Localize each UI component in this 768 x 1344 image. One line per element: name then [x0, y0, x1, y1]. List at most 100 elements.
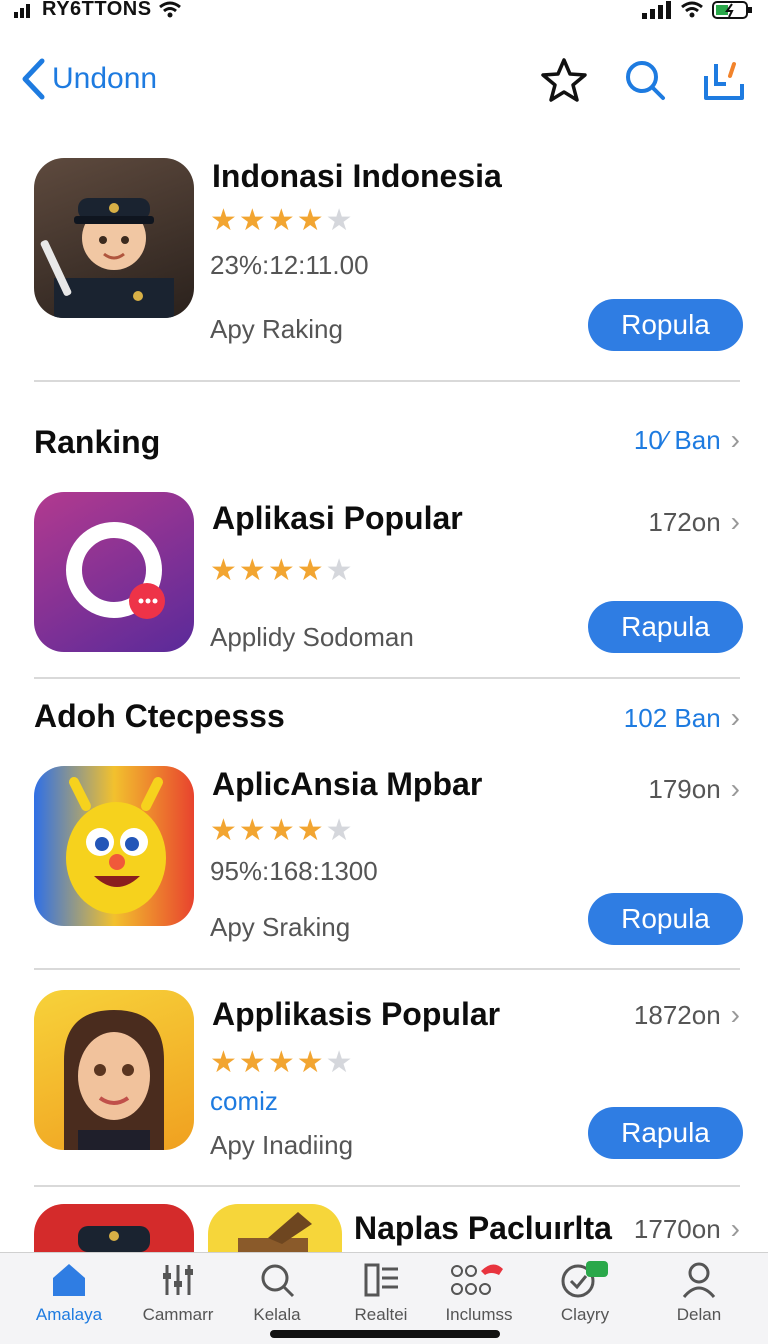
tab-inclumss[interactable]: Inclumss [424, 1261, 534, 1325]
divider [34, 968, 740, 970]
star-icon: ★ [238, 814, 266, 847]
tools-icon [163, 1265, 193, 1295]
cellular-icon [642, 1, 671, 19]
tab-delan[interactable]: Delan [644, 1261, 754, 1325]
star-icon: ★ [325, 1046, 353, 1079]
star-icon: ★ [210, 1046, 237, 1079]
status-left: RY6TTONS [14, 0, 182, 21]
app-count[interactable]: 1770on › [634, 1213, 740, 1245]
star-icon: ★ [325, 554, 353, 587]
star-icon: ★ [267, 554, 295, 587]
section-title-adoh: Adoh Ctecpesss [34, 698, 285, 734]
see-all-adoh[interactable]: 102 Ban › [624, 702, 740, 734]
featured-rating: ★ ★ ★ ★ ★ [210, 206, 353, 236]
download-icon[interactable] [702, 58, 746, 102]
list-icon [364, 1263, 398, 1297]
search-icon[interactable] [624, 59, 666, 101]
chevron-right-icon: › [730, 1213, 740, 1244]
person-icon [682, 1262, 716, 1298]
status-bar: RY6TTONS [0, 0, 768, 28]
app-meta[interactable]: comiz [210, 1086, 278, 1117]
tab-kelala[interactable]: Kelala [222, 1261, 332, 1325]
star-icon: ★ [267, 204, 295, 237]
app-icon-featured[interactable] [34, 158, 194, 318]
cartoon-mascot-icon [66, 777, 166, 914]
nav-actions [540, 56, 746, 104]
star-icon: ★ [296, 814, 324, 847]
featured-get-button[interactable]: Ropula [588, 299, 743, 351]
tab-label: Kelala [253, 1305, 301, 1324]
star-icon: ★ [267, 1046, 295, 1079]
tab-label: Clayry [560, 1305, 610, 1324]
app-subtitle: Apy Inadiing [210, 1130, 354, 1160]
get-button[interactable]: Rapula [588, 1107, 743, 1159]
star-icon: ★ [325, 204, 353, 237]
app-meta: 95%:168:1300 [210, 856, 378, 886]
app-count-label: 1872on [633, 999, 721, 1030]
see-all-ranking[interactable]: 10⁄ Ban › [634, 424, 740, 456]
carrier-label: RY6TTONS [42, 0, 152, 20]
star-icon: ★ [210, 204, 237, 237]
tab-label: Inclumss [445, 1305, 513, 1324]
app-subtitle: Apy Sraking [210, 912, 351, 942]
app-count[interactable]: 172on › [648, 506, 740, 538]
tab-cammarr[interactable]: Cammarr [123, 1261, 233, 1325]
app-rating: ★ ★ ★ ★ ★ [210, 556, 353, 586]
app-rating: ★ ★ ★ ★ ★ [210, 1048, 353, 1078]
back-button[interactable]: Undonn [20, 58, 157, 100]
home-indicator [270, 1330, 500, 1338]
tab-label: Cammarr [142, 1305, 214, 1324]
star-icon: ★ [238, 1046, 266, 1079]
tab-amalaya[interactable]: Amalaya [14, 1261, 124, 1325]
home-icon [53, 1264, 85, 1296]
get-button[interactable]: Rapula [588, 601, 743, 653]
divider [34, 380, 740, 382]
star-icon: ★ [210, 554, 237, 587]
app-count[interactable]: 1872on › [634, 999, 740, 1031]
chevron-left-icon [22, 58, 45, 100]
star-icon: ★ [325, 814, 353, 847]
see-all-label: 102 Ban [623, 702, 721, 733]
see-all-label: 10⁄ Ban [633, 424, 721, 455]
tab-label: Realtei [354, 1305, 408, 1324]
chat-bubble-logo-icon [66, 522, 165, 619]
tab-realtei[interactable]: Realtei [326, 1261, 436, 1325]
wifi-icon [158, 1, 181, 17]
tab-label: Amalaya [35, 1305, 103, 1324]
app-count-label: 1770on [633, 1213, 721, 1244]
star-icon: ★ [296, 204, 324, 237]
section-title-ranking: Ranking [34, 424, 161, 460]
app-icon-aplicansia[interactable] [34, 766, 194, 926]
chevron-right-icon: › [730, 424, 740, 455]
app-title[interactable]: Applikasis Popular [212, 996, 500, 1033]
featured-meta: 23%:12:11.00 [210, 250, 369, 280]
star-icon[interactable] [540, 56, 588, 104]
chevron-right-icon: › [730, 773, 740, 804]
star-icon: ★ [296, 554, 324, 587]
app-count-label: 172on [648, 506, 721, 537]
status-right [642, 0, 754, 20]
chevron-right-icon: › [730, 506, 740, 537]
get-button[interactable]: Ropula [588, 893, 743, 945]
star-icon: ★ [296, 1046, 324, 1079]
app-count-label: 179on [648, 773, 721, 804]
featured-title[interactable]: Indonasi Indonesia [212, 158, 502, 195]
app-title[interactable]: Naplas Pacluırlta [354, 1210, 612, 1247]
divider [34, 1185, 740, 1187]
app-count[interactable]: 179on › [648, 773, 740, 805]
star-icon: ★ [238, 204, 266, 237]
app-title[interactable]: AplicAnsia Mpbar [212, 766, 482, 803]
star-icon: ★ [238, 554, 266, 587]
tab-clayry[interactable]: Clayry [530, 1261, 640, 1325]
featured-subtitle: Apy Raking [210, 314, 343, 344]
chevron-right-icon: › [730, 702, 740, 733]
app-icon-applikasis[interactable] [34, 990, 194, 1150]
wifi-icon [681, 1, 703, 18]
battery-icon [712, 1, 752, 19]
tab-label: Delan [676, 1305, 722, 1324]
signal-icon [14, 3, 30, 18]
app-title[interactable]: Aplikasi Popular [212, 500, 463, 537]
app-icon-aplikasi-popular[interactable] [34, 492, 194, 652]
police-avatar-icon [40, 198, 174, 318]
grid-icon [451, 1264, 503, 1295]
